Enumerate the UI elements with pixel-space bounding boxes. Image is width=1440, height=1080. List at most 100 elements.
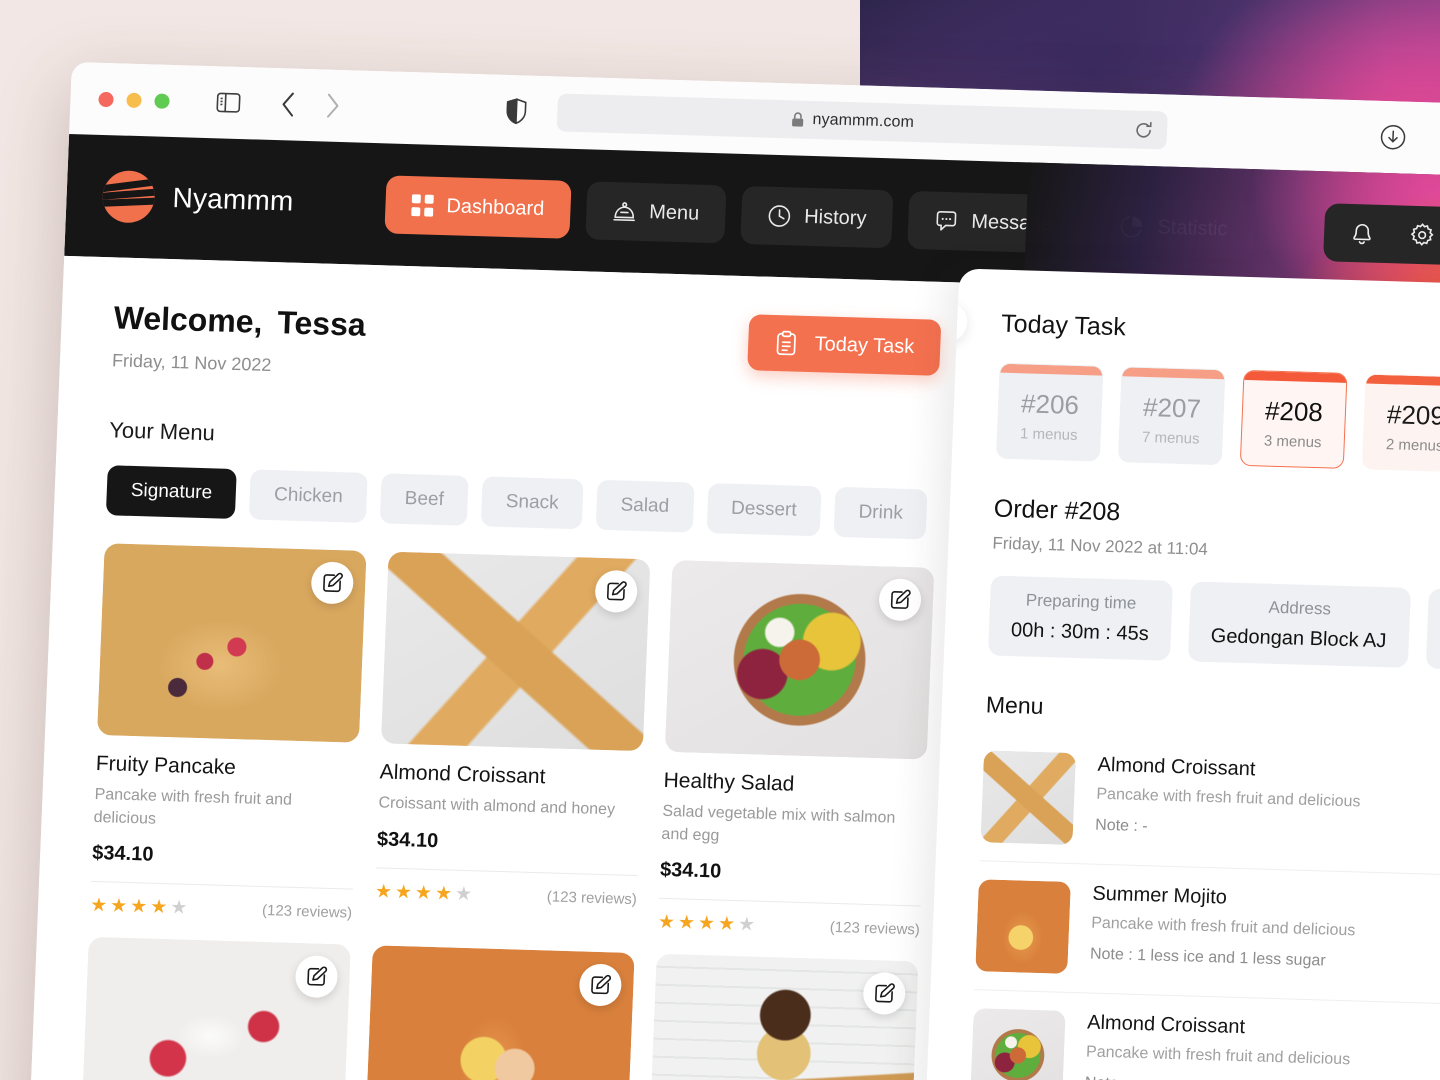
menu-card-price: $34.10	[376, 828, 439, 852]
edit-pencil-icon[interactable]	[578, 963, 623, 1008]
nav-item-label: Menu	[648, 200, 700, 225]
brand[interactable]: Nyammm	[101, 169, 295, 228]
edit-pencil-icon[interactable]	[294, 955, 339, 999]
menu-card[interactable]	[81, 937, 351, 1080]
stat-label: Preparing time	[1025, 590, 1137, 613]
menu-card-price: $34.10	[91, 842, 154, 867]
download-icon[interactable]	[1375, 120, 1410, 155]
star-icon-empty: ★	[169, 897, 188, 920]
order-menu-heading: Menu	[985, 691, 1045, 720]
menu-card[interactable]	[648, 954, 919, 1080]
order-menu-note: Note : no use egg	[1084, 1075, 1349, 1080]
order-menu-item[interactable]: Almond Croissant Pancake with fresh frui…	[979, 732, 1440, 876]
category-tab-dessert[interactable]: Dessert	[706, 483, 822, 537]
order-chip-id: #207	[1142, 391, 1202, 424]
nav-item-label: History	[803, 205, 867, 230]
star-icon: ★	[717, 913, 736, 936]
menu-card-rating: ★ ★ ★ ★ ★ (123 reviews)	[375, 881, 638, 909]
today-task-panel: Today Task #206 1 menus #207 7 menus #20…	[922, 268, 1440, 1080]
star-rating: ★ ★ ★ ★ ★	[89, 895, 188, 920]
window-controls[interactable]	[98, 91, 170, 109]
order-chip-209[interactable]: #209 2 menus	[1361, 373, 1440, 473]
divider	[658, 898, 921, 907]
category-tab-beef[interactable]: Beef	[379, 473, 469, 526]
nav-item-history[interactable]: History	[740, 185, 894, 249]
settings-icon[interactable]	[1393, 206, 1440, 264]
menu-card-image	[97, 543, 367, 743]
menu-card-desc: Salad vegetable mix with salmon and egg	[661, 802, 896, 845]
order-chip-id: #208	[1264, 395, 1324, 428]
reload-icon[interactable]	[1134, 120, 1154, 140]
menu-card[interactable]: Fruity Pancake Pancake with fresh fruit …	[90, 543, 367, 923]
navbar-actions	[1323, 203, 1440, 266]
sidebar-toggle-icon[interactable]	[211, 85, 246, 120]
address-bar[interactable]: nyammm.com	[556, 93, 1168, 150]
nav-item-dashboard[interactable]: Dashboard	[384, 175, 572, 239]
shield-icon[interactable]	[499, 94, 534, 129]
edit-pencil-icon[interactable]	[862, 972, 907, 1016]
nav-item-statistic[interactable]: Statistic	[1093, 196, 1255, 260]
nav-item-label: Message	[970, 210, 1053, 235]
star-icon: ★	[657, 912, 676, 934]
star-icon: ★	[677, 912, 696, 935]
order-title: Order #208	[993, 494, 1121, 527]
order-chip-bar	[1000, 363, 1103, 376]
star-rating: ★ ★ ★ ★ ★	[375, 881, 473, 905]
browser-window: nyammm.com Nyammm Dashboard Menu History…	[27, 62, 1440, 1080]
close-window-button[interactable]	[98, 91, 114, 107]
order-chip-207[interactable]: #207 7 menus	[1117, 366, 1226, 466]
edit-pencil-icon[interactable]	[310, 561, 355, 605]
menu-card[interactable]	[365, 945, 635, 1080]
forward-button[interactable]	[315, 88, 350, 123]
order-chip-menus: 2 menus	[1385, 436, 1440, 455]
order-chip-menus: 1 menus	[1019, 425, 1078, 444]
stat-value: Gedongan Block AJ	[1210, 625, 1387, 653]
order-chip-menus: 7 menus	[1141, 428, 1200, 448]
order-datetime: Friday, 11 Nov 2022 at 11:04	[992, 533, 1209, 559]
chat-bubble-icon	[934, 209, 959, 234]
order-menu-name: Almond Croissant	[1086, 1011, 1246, 1039]
maximize-window-button[interactable]	[154, 92, 170, 109]
category-tab-drink[interactable]: Drink	[833, 486, 928, 540]
menu-card-image	[648, 954, 919, 1080]
star-icon: ★	[89, 895, 108, 917]
category-tab-salad[interactable]: Salad	[595, 479, 695, 533]
order-menu-name: Summer Mojito	[1092, 882, 1228, 909]
edit-pencil-icon[interactable]	[878, 578, 922, 622]
bell-icon[interactable]	[1333, 205, 1391, 263]
order-stats: Preparing time 00h : 30m : 45s Address G…	[987, 575, 1440, 670]
nav-item-label: Dashboard	[446, 194, 545, 220]
menu-card-rating: ★ ★ ★ ★ ★ (123 reviews)	[89, 895, 353, 923]
star-icon: ★	[697, 913, 716, 935]
nav-item-menu[interactable]: Menu	[585, 181, 727, 244]
order-chip-id: #206	[1020, 388, 1080, 420]
star-icon-empty: ★	[737, 914, 756, 937]
order-menu-item[interactable]: Almond Croissant Pancake with fresh frui…	[969, 990, 1440, 1080]
category-tabs: Signature Chicken Beef Snack Salad Desse…	[105, 465, 961, 540]
order-chip-206[interactable]: #206 1 menus	[995, 362, 1104, 462]
edit-pencil-icon[interactable]	[594, 569, 639, 613]
order-chip-208[interactable]: #208 3 menus	[1239, 369, 1348, 469]
divider	[375, 867, 638, 876]
nav-item-message[interactable]: Message	[907, 190, 1080, 254]
menu-card[interactable]: Almond Croissant Croissant with almond a…	[374, 551, 651, 932]
minimize-window-button[interactable]	[126, 92, 142, 108]
back-button[interactable]	[271, 87, 306, 122]
star-icon: ★	[414, 882, 433, 904]
clock-icon	[767, 204, 792, 229]
order-chip-list: #206 1 menus #207 7 menus #208 3 menus #…	[995, 362, 1440, 473]
category-tab-signature[interactable]: Signature	[105, 465, 238, 520]
menu-card[interactable]: Healthy Salad Salad vegetable mix with s…	[658, 560, 935, 940]
page-title: Welcome, Tessa	[113, 299, 366, 343]
category-tab-chicken[interactable]: Chicken	[249, 469, 368, 523]
order-menu-item[interactable]: Summer Mojito Pancake with fresh fruit a…	[974, 861, 1440, 1005]
welcome-prefix: Welcome,	[113, 299, 264, 340]
stat-preparing-time: Preparing time 00h : 30m : 45s	[987, 575, 1173, 661]
today-task-button[interactable]: Today Task	[747, 314, 942, 376]
category-tab-snack[interactable]: Snack	[480, 476, 584, 530]
nav-items: Dashboard Menu History Message Statistic	[384, 175, 1255, 260]
stat-label: Address	[1268, 597, 1332, 619]
menu-card-image	[81, 937, 351, 1080]
menu-card-rating: ★ ★ ★ ★ ★ (123 reviews)	[657, 912, 921, 940]
order-menu-list: Almond Croissant Pancake with fresh frui…	[969, 732, 1440, 1080]
